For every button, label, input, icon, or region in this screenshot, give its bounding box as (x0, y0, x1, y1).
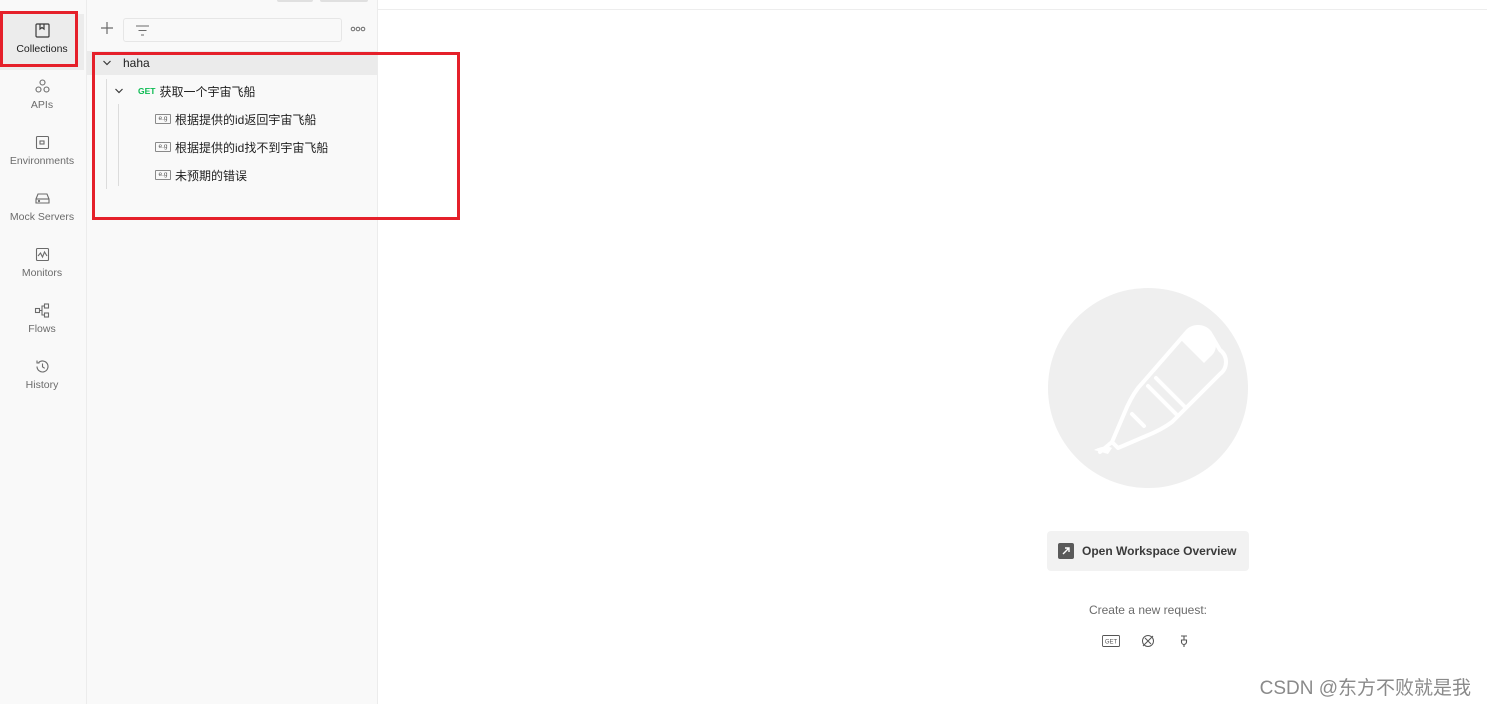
workspace-button-label: Open Workspace Overview (1082, 544, 1237, 558)
divider (378, 9, 1487, 10)
rail-item-environments[interactable]: Environments (0, 126, 84, 182)
postman-logo (1048, 288, 1248, 488)
apis-icon (34, 79, 50, 93)
app-window: Collections APIs Environments Mock Serve… (0, 0, 1487, 704)
top-tab-stub (320, 0, 368, 2)
filter-icon (136, 25, 149, 36)
request-name: 获取一个宇宙飞船 (159, 84, 256, 99)
rail-item-apis[interactable]: APIs (0, 70, 84, 126)
example-name: 根据提供的id找不到宇宙飞船 (175, 140, 329, 155)
rail-item-monitors[interactable]: Monitors (0, 238, 84, 294)
top-tab-stub (277, 0, 313, 2)
watermark-text: CSDN @东方不败就是我 (1259, 678, 1471, 699)
graphql-request-icon[interactable] (1139, 633, 1157, 649)
left-nav-rail: Collections APIs Environments Mock Serve… (0, 0, 87, 704)
rail-label-mock-servers: Mock Servers (9, 211, 75, 223)
collection-name: haha (123, 56, 150, 70)
rail-label-history: History (25, 379, 59, 391)
example-icon: e.g (155, 170, 171, 180)
grpc-request-icon[interactable] (1175, 633, 1193, 649)
rail-label-flows: Flows (28, 323, 56, 335)
example-icon: e.g (155, 114, 171, 124)
more-options-icon[interactable] (350, 22, 366, 36)
collections-sidebar: haha GET 获取一个宇宙飞船 e.g 根据提供的id返回宇宙飞船 e.g … (87, 0, 378, 704)
rail-item-flows[interactable]: Flows (0, 294, 84, 350)
method-badge: GET (138, 86, 156, 96)
main-content: Open Workspace Overview Create a new req… (378, 0, 1487, 704)
create-request-label: Create a new request: (1088, 603, 1208, 617)
rail-item-collections[interactable]: Collections (0, 14, 84, 70)
example-name: 根据提供的id返回宇宙飞船 (175, 112, 317, 127)
example-row[interactable]: e.g 根据提供的id找不到宇宙飞船 (87, 135, 377, 159)
rail-label-environments: Environments (9, 155, 75, 167)
sidebar-toolbar (87, 16, 378, 44)
open-workspace-overview-button[interactable]: Open Workspace Overview (1047, 531, 1249, 571)
example-icon: e.g (155, 142, 171, 152)
environments-icon (35, 135, 49, 150)
rail-label-collections: Collections (16, 43, 68, 55)
flows-icon (34, 303, 49, 318)
example-row[interactable]: e.g 根据提供的id返回宇宙飞船 (87, 107, 377, 131)
rocket-pen-icon (1094, 325, 1228, 454)
rail-item-mock-servers[interactable]: Mock Servers (0, 182, 84, 238)
filter-input[interactable] (123, 18, 342, 42)
example-name: 未预期的错误 (175, 168, 248, 183)
request-row[interactable]: GET 获取一个宇宙飞船 (87, 79, 377, 103)
rail-label-monitors: Monitors (21, 267, 63, 279)
http-request-icon[interactable]: GET (1102, 633, 1120, 649)
collections-icon (34, 23, 50, 38)
chevron-down-icon (115, 88, 123, 94)
rail-item-history[interactable]: History (0, 350, 84, 406)
external-link-icon (1058, 543, 1074, 559)
history-icon (35, 360, 49, 373)
add-collection-button[interactable] (99, 20, 115, 36)
example-row[interactable]: e.g 未预期的错误 (87, 163, 377, 187)
chevron-down-icon (103, 60, 111, 66)
monitors-icon (35, 247, 49, 262)
rail-label-apis: APIs (30, 99, 54, 111)
get-badge-text: GET (1105, 640, 1118, 646)
mock-servers-icon (34, 193, 50, 204)
collection-row[interactable]: haha (87, 51, 377, 75)
